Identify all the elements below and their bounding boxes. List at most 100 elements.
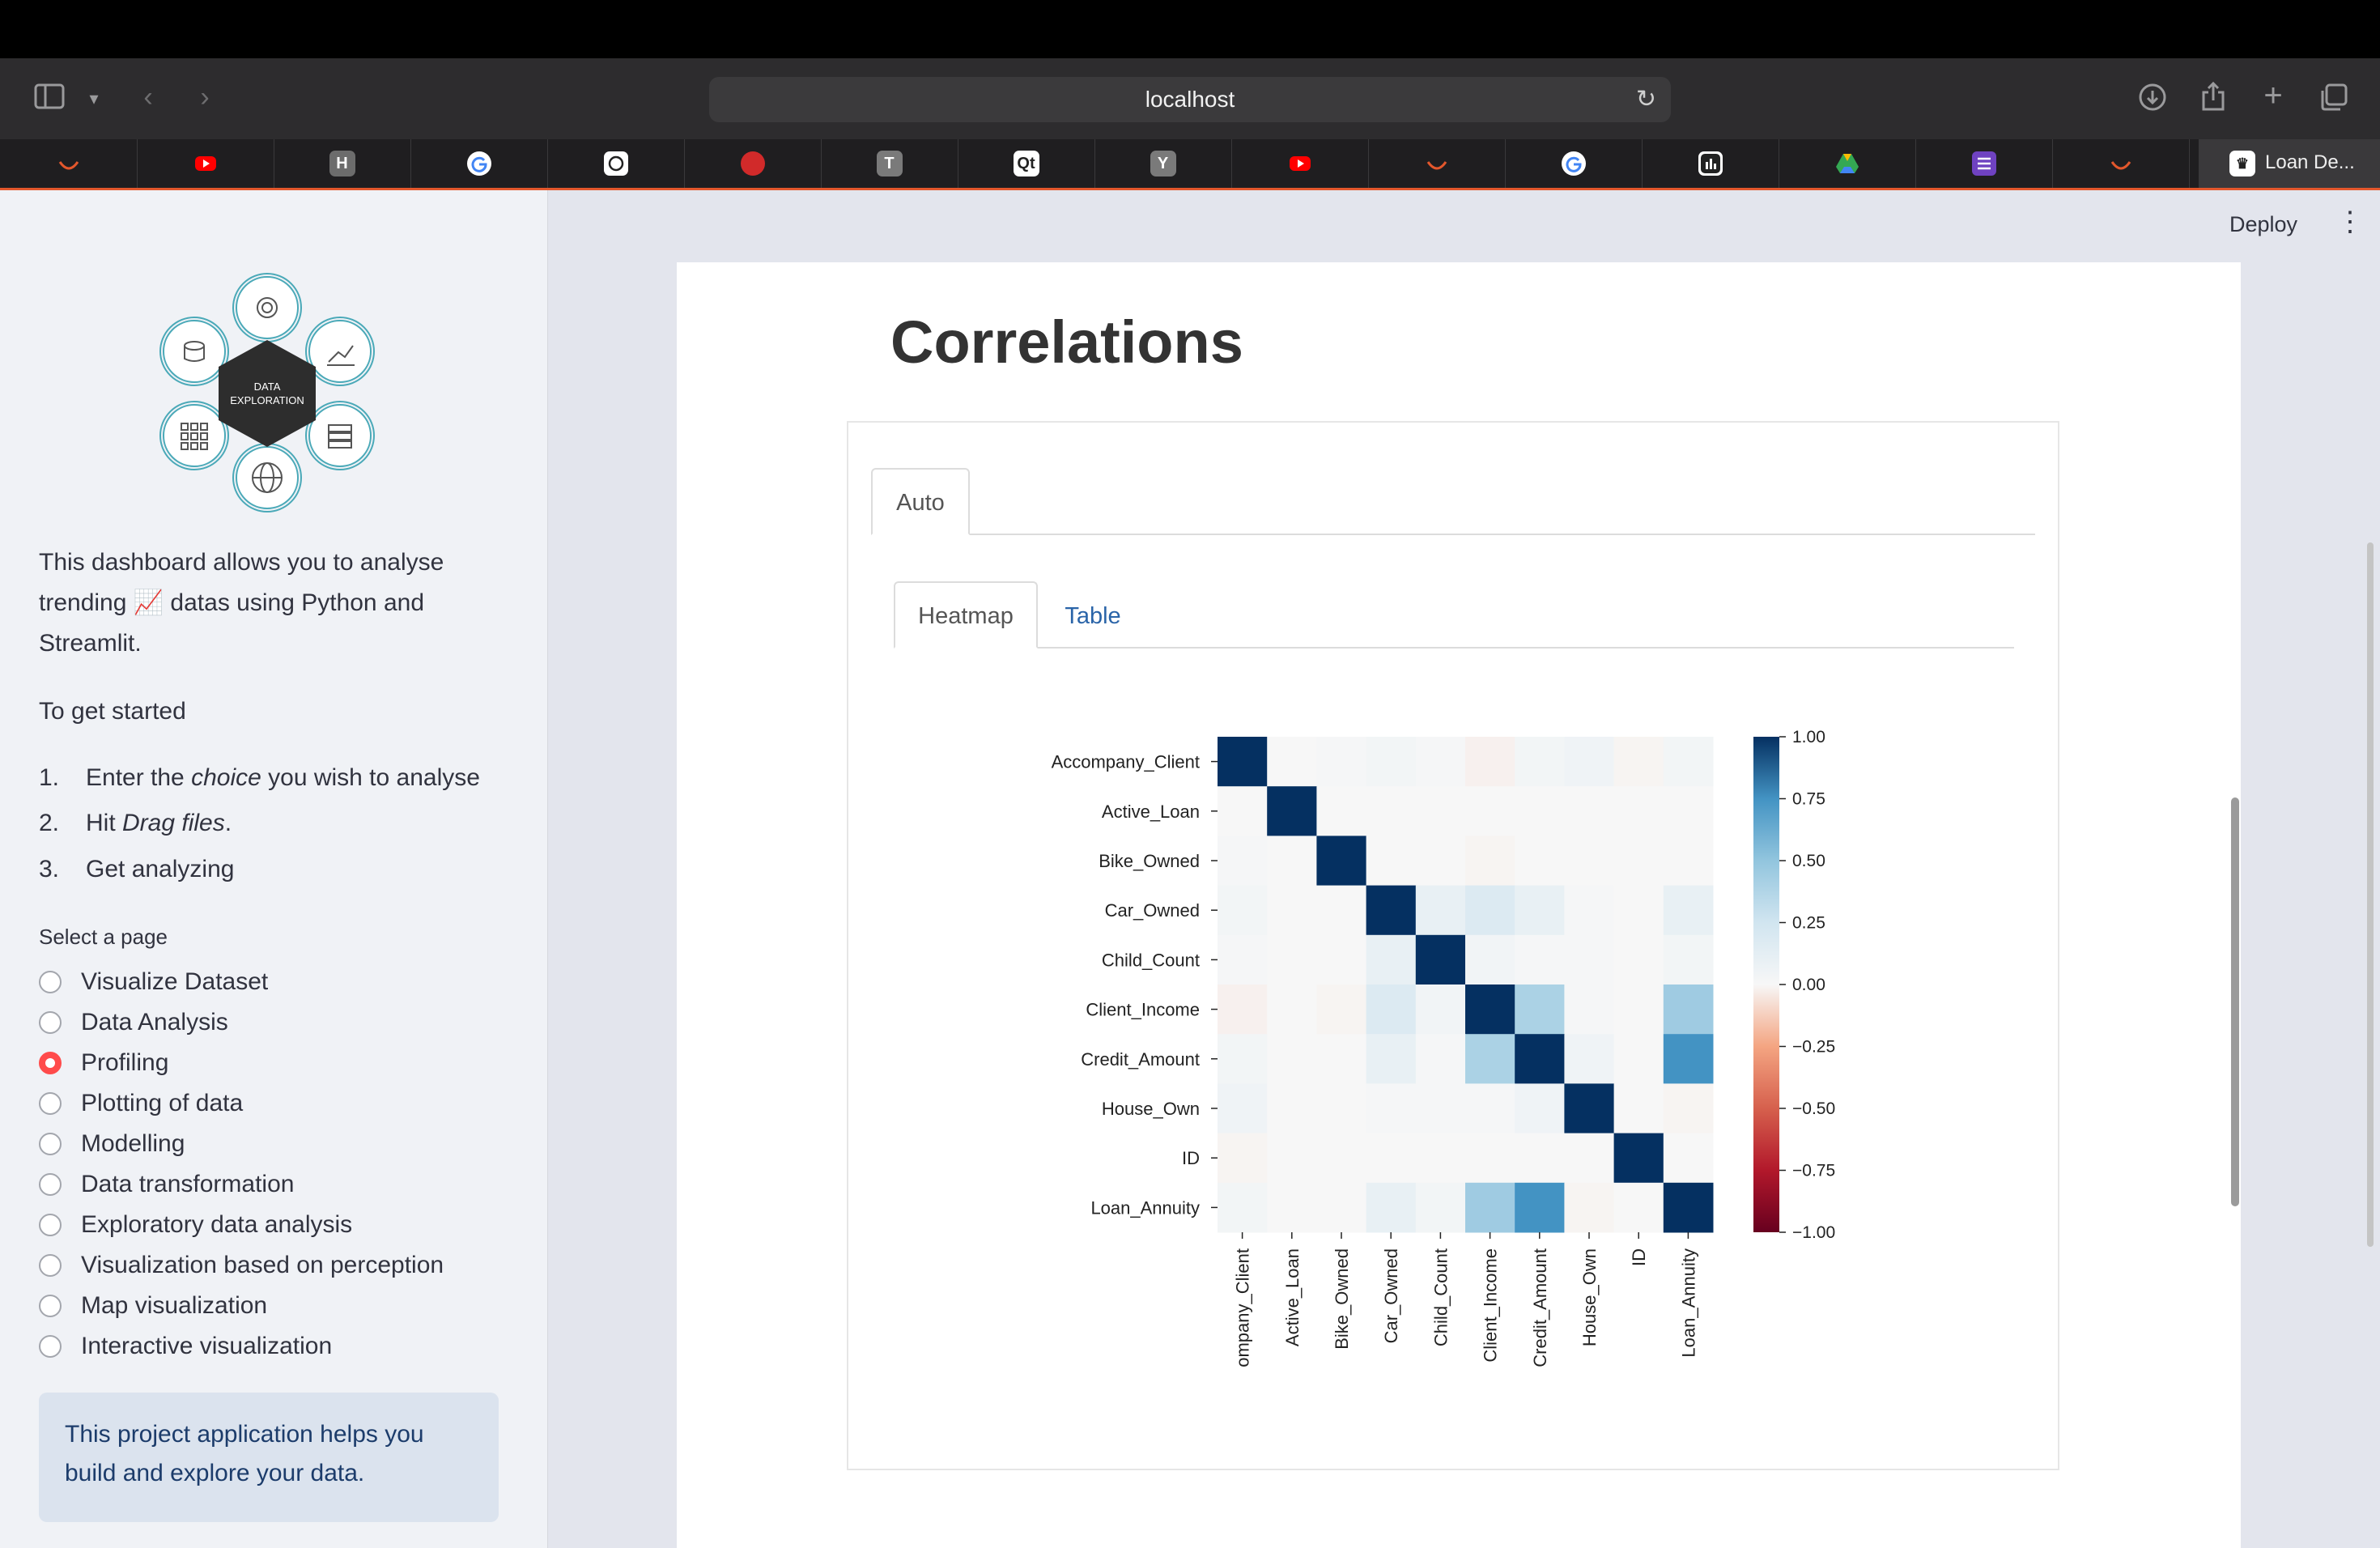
heatmap-cell (1267, 1083, 1317, 1134)
heatmap-cell (1267, 985, 1317, 1035)
browser-tab[interactable] (410, 139, 548, 188)
page-option-label: Visualization based on perception (81, 1252, 444, 1278)
heatmap-cell (1267, 1034, 1317, 1084)
browser-tab[interactable] (1642, 139, 1779, 188)
heatmap-cell (1465, 1034, 1515, 1084)
get-started-text: To get started (39, 698, 186, 725)
tab-auto[interactable]: Auto (871, 468, 970, 535)
browser-tab[interactable] (0, 139, 138, 188)
heatmap-cell (1415, 985, 1466, 1035)
reload-icon[interactable]: ↻ (1636, 77, 1656, 122)
streamlit-crown-icon: ♛ (2229, 151, 2255, 176)
chevron-down-icon[interactable]: ▾ (83, 83, 105, 115)
browser-tab[interactable] (1505, 139, 1643, 188)
heatmap-cell (1613, 1034, 1664, 1084)
browser-tab[interactable] (1779, 139, 1916, 188)
radio-button[interactable] (39, 1052, 62, 1074)
heatmap-cell (1613, 1182, 1664, 1233)
heatmap-cell (1663, 934, 1714, 985)
x-tick-label: ompany_Client (1233, 1248, 1253, 1367)
colorbar-tick-label: −1.00 (1792, 1223, 1835, 1242)
colorbar-tick-label: 0.50 (1792, 852, 1825, 870)
tab-strip: H T Qt Y ♛ Loan De... (0, 139, 2380, 190)
colorbar (1753, 737, 1779, 1232)
tab-overview-icon[interactable] (2318, 83, 2349, 119)
heatmap-cell (1465, 737, 1515, 787)
browser-tab[interactable] (547, 139, 685, 188)
colorbar-tick-label: 1.00 (1792, 728, 1825, 746)
heatmap-cell (1515, 885, 1565, 936)
heatmap-cell (1465, 1083, 1515, 1134)
radio-button[interactable] (39, 971, 62, 993)
radio-button[interactable] (39, 1173, 62, 1196)
page-option-label: Data Analysis (81, 1009, 228, 1036)
radio-button[interactable] (39, 1092, 62, 1115)
google-icon (466, 151, 492, 176)
new-tab-icon[interactable]: + (2259, 79, 2288, 112)
address-bar[interactable]: localhost ↻ (709, 77, 1671, 122)
back-icon[interactable]: ‹ (136, 81, 160, 113)
heatmap-cell (1663, 1083, 1714, 1134)
info-box: This project application helps you build… (39, 1393, 499, 1522)
browser-tab[interactable] (1231, 139, 1369, 188)
heatmap-cell (1465, 836, 1515, 887)
radio-button[interactable] (39, 1133, 62, 1155)
sidebar-toggle-icon[interactable] (32, 83, 68, 117)
active-browser-tab[interactable]: ♛ Loan De... (2199, 139, 2380, 188)
radio-button[interactable] (39, 1214, 62, 1236)
heatmap-cell (1218, 1182, 1268, 1233)
scrollbar-thumb[interactable] (2231, 797, 2239, 1206)
page-option-label: Interactive visualization (81, 1333, 333, 1359)
window-scrollbar[interactable] (2367, 542, 2374, 1247)
step-1: 1. Enter the choice you wish to analyse (39, 764, 480, 791)
tab-heatmap[interactable]: Heatmap (894, 581, 1038, 649)
deploy-button[interactable]: Deploy (2229, 212, 2297, 237)
heatmap-cell (1613, 836, 1664, 887)
browser-tab[interactable]: Qt (958, 139, 1095, 188)
heatmap-cell (1218, 737, 1268, 787)
heatmap-cell (1366, 885, 1417, 936)
more-options-icon[interactable]: ⋮ (2336, 206, 2364, 238)
browser-tab[interactable]: Y (1094, 139, 1232, 188)
heatmap-cell (1465, 934, 1515, 985)
heatmap-cell (1366, 786, 1417, 836)
purple-list-icon (1971, 151, 1997, 176)
browser-tab[interactable] (137, 139, 274, 188)
heatmap-cell (1663, 1182, 1714, 1233)
browser-tab[interactable] (2052, 139, 2190, 188)
heatmap-cell (1267, 1133, 1317, 1184)
radio-button[interactable] (39, 1011, 62, 1034)
heatmap-cell (1663, 1133, 1714, 1184)
heatmap-cell (1218, 836, 1268, 887)
heatmap-cell (1515, 1133, 1565, 1184)
heatmap-cell (1218, 934, 1268, 985)
heatmap-cell (1267, 885, 1317, 936)
forward-icon[interactable]: › (193, 81, 217, 113)
h-letter-icon: H (329, 151, 355, 176)
select-page-label: Select a page (39, 925, 168, 949)
heatmap-cell (1564, 836, 1615, 887)
heatmap-cell (1267, 737, 1317, 787)
browser-tab[interactable] (1368, 139, 1506, 188)
radio-button[interactable] (39, 1295, 62, 1317)
radio-button[interactable] (39, 1254, 62, 1277)
browser-tab[interactable] (684, 139, 822, 188)
heatmap-cell (1564, 737, 1615, 787)
download-icon[interactable] (2137, 83, 2168, 119)
heatmap-cell (1415, 934, 1466, 985)
heatmap-cell (1218, 786, 1268, 836)
x-tick-label: Car_Owned (1381, 1248, 1401, 1343)
browser-tab[interactable] (1915, 139, 2053, 188)
browser-tab[interactable]: T (821, 139, 958, 188)
openai-icon (603, 151, 629, 176)
browser-tab[interactable]: H (274, 139, 411, 188)
share-icon[interactable] (2199, 81, 2228, 119)
tab-table[interactable]: Table (1044, 581, 1141, 649)
colorbar-tick-label: −0.25 (1792, 1038, 1835, 1057)
radio-button[interactable] (39, 1335, 62, 1358)
heatmap-cell (1415, 786, 1466, 836)
heatmap-cell (1515, 934, 1565, 985)
intro-line-3: Streamlit. (39, 630, 142, 657)
y-tick-label: Child_Count (1102, 950, 1200, 970)
y-tick-label: Car_Owned (1105, 900, 1200, 921)
